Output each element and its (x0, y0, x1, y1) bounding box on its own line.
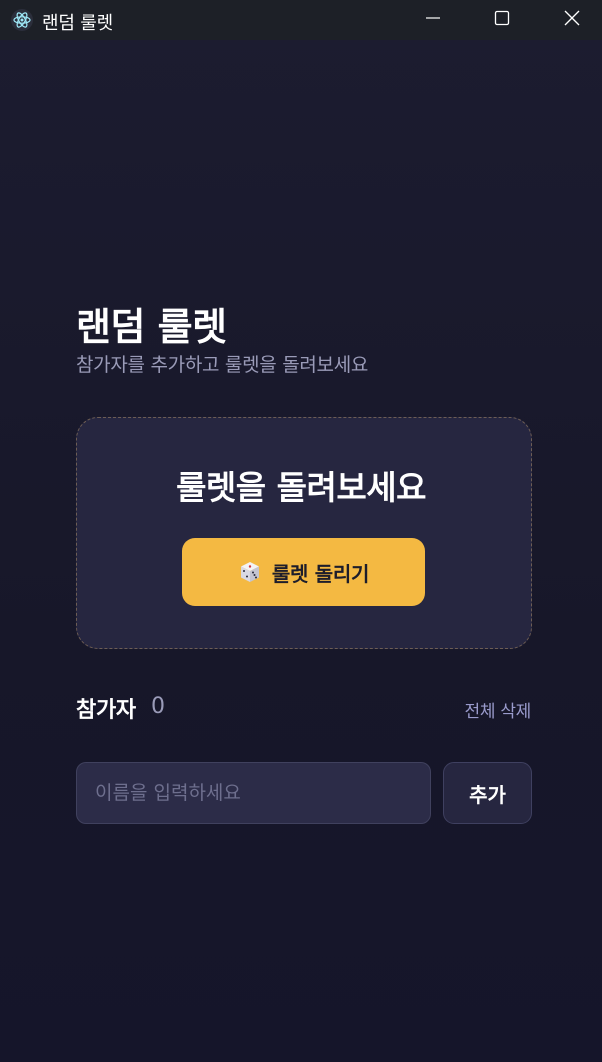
participants-count: 0 (151, 694, 165, 719)
dice-icon (238, 560, 262, 584)
close-icon (564, 10, 580, 30)
spin-roulette-button[interactable]: 룰렛 돌리기 (182, 538, 425, 606)
roulette-title: 룰렛을 돌려보세요 (176, 468, 426, 507)
electron-atom-icon (10, 8, 34, 32)
page-subtitle: 참가자를 추가하고 룰렛을 돌려보세요 (76, 354, 369, 376)
participants-label: 참가자 (76, 698, 136, 723)
add-button-label: 추가 (469, 782, 506, 807)
app-window: { "window": { "title": "랜덤 룰렛", "icon": … (0, 0, 602, 1062)
page-title: 랜덤 룰렛 (76, 305, 227, 349)
minimize-icon (425, 10, 441, 30)
minimize-button[interactable] (410, 0, 456, 40)
close-button[interactable] (549, 0, 595, 40)
spin-button-label: 룰렛 돌리기 (271, 561, 370, 586)
add-participant-button[interactable]: 추가 (443, 762, 532, 824)
window-title: 랜덤 룰렛 (42, 13, 113, 34)
name-input[interactable] (76, 762, 431, 824)
title-bar: 랜덤 룰렛 (0, 0, 602, 40)
clear-all-button[interactable]: 전체 삭제 (465, 697, 532, 722)
roulette-card (76, 417, 532, 649)
maximize-button[interactable] (479, 0, 525, 40)
maximize-icon (494, 10, 510, 30)
